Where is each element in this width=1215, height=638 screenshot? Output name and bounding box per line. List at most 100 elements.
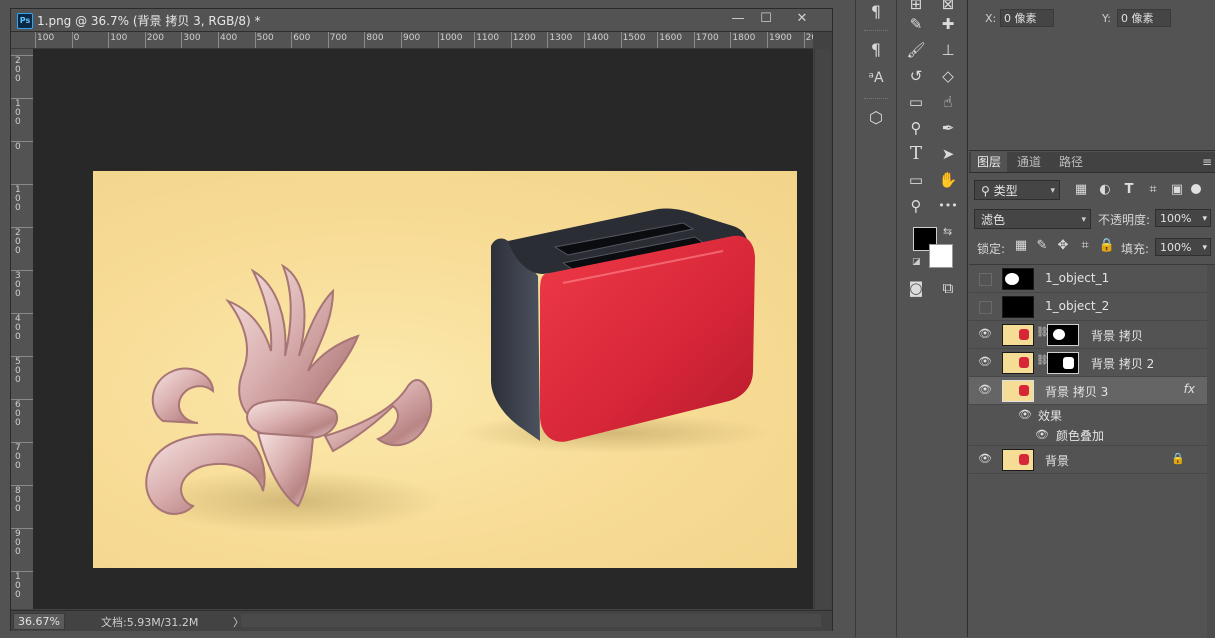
eye-icon[interactable]: 👁 bbox=[978, 384, 992, 396]
healing-brush-icon[interactable]: ✚ bbox=[935, 12, 961, 36]
shape-filter-icon[interactable]: ⌗ bbox=[1143, 180, 1163, 200]
eye-icon[interactable]: 👁 bbox=[1018, 409, 1032, 421]
tab-layers[interactable]: 图层 bbox=[971, 152, 1008, 172]
pixel-filter-icon[interactable]: ▦ bbox=[1071, 180, 1091, 200]
hand-icon[interactable]: ✋ bbox=[935, 168, 961, 192]
maximize-button[interactable]: ☐ bbox=[753, 10, 779, 28]
lock-pixels-icon[interactable]: ✎ bbox=[1033, 237, 1051, 255]
link-icon[interactable]: ⛓ bbox=[1036, 355, 1049, 366]
ruler-label: 6 0 0 bbox=[15, 400, 21, 428]
default-colors-icon[interactable]: ◪ bbox=[912, 257, 921, 267]
ruler-label: 1900 bbox=[769, 33, 792, 43]
ruler-label: 1600 bbox=[659, 33, 683, 43]
layer-row[interactable]: 1_object_2 bbox=[969, 293, 1207, 321]
layer-thumbnail bbox=[1002, 352, 1034, 374]
lock-position-icon[interactable]: ✥ bbox=[1054, 237, 1072, 255]
eraser-icon[interactable]: ◇ bbox=[935, 64, 961, 88]
layer-row[interactable]: 👁 ⛓ 背景 拷贝 2 bbox=[969, 349, 1207, 377]
visibility-toggle[interactable] bbox=[979, 301, 992, 314]
chevron-down-icon: ▾ bbox=[1202, 214, 1207, 224]
paragraph-style-icon[interactable]: ¶ bbox=[864, 38, 888, 62]
eyedropper-icon[interactable]: ✎ bbox=[903, 12, 929, 36]
layers-scrollbar[interactable] bbox=[1207, 265, 1215, 638]
brush-icon[interactable]: 🖌 bbox=[903, 38, 929, 62]
visibility-toggle[interactable] bbox=[979, 273, 992, 286]
ruler-label: 7 0 0 bbox=[15, 443, 21, 471]
more-icon[interactable]: ••• bbox=[935, 194, 961, 218]
adjustment-filter-icon[interactable]: ◐ bbox=[1095, 180, 1115, 200]
quick-mask-icon[interactable]: ◙ bbox=[903, 276, 929, 300]
layer-row[interactable]: 👁 背景 🔒 bbox=[969, 445, 1207, 474]
toaster bbox=[491, 208, 755, 442]
zoom-level-field[interactable]: 36.67% bbox=[13, 613, 65, 630]
tab-channels[interactable]: 通道 bbox=[1011, 152, 1047, 172]
document-size[interactable]: 文档:5.93M/31.2M bbox=[101, 614, 198, 630]
tab-paths[interactable]: 路径 bbox=[1053, 152, 1089, 172]
ruler-tick bbox=[547, 32, 549, 48]
layer-mask-thumbnail[interactable] bbox=[1047, 324, 1079, 346]
horizontal-ruler[interactable]: 100 0 100 200 300 400 500 600 700 800 900 1000 1100 1… bbox=[33, 32, 813, 49]
dodge-icon[interactable]: ⚲ bbox=[903, 116, 929, 140]
effects-row[interactable]: 👁 效果 bbox=[969, 405, 1207, 425]
3d-icon[interactable]: ⬡ bbox=[864, 106, 888, 130]
history-brush-icon[interactable]: ↺ bbox=[903, 64, 929, 88]
layer-row[interactable]: 👁 ⛓ 背景 拷贝 bbox=[969, 321, 1207, 349]
shape-icon[interactable]: ▭ bbox=[903, 168, 929, 192]
blur-icon[interactable]: ☝ bbox=[935, 90, 961, 114]
ruler-tick bbox=[730, 32, 732, 48]
vertical-ruler[interactable]: 2 0 0 1 0 0 0 1 0 0 2 0 0 3 0 0 4 0 0 5 0 0 6 0 … bbox=[11, 49, 34, 609]
layer-mask-thumbnail[interactable] bbox=[1047, 352, 1079, 374]
filter-kind-select[interactable]: ⚲ 类型 ▾ bbox=[974, 180, 1060, 200]
opacity-field[interactable]: 100% ▾ bbox=[1155, 209, 1211, 227]
ruler-tick bbox=[437, 32, 439, 48]
zoom-icon[interactable]: ⚲ bbox=[903, 194, 929, 218]
layer-thumbnail bbox=[1002, 296, 1034, 318]
ruler-tick bbox=[510, 32, 512, 48]
filter-toggle-icon[interactable] bbox=[1191, 184, 1201, 194]
type-filter-icon[interactable]: T bbox=[1119, 180, 1139, 200]
lock-artboard-icon[interactable]: ⌗ bbox=[1076, 237, 1094, 255]
panel-menu-icon[interactable]: ≡ bbox=[1199, 152, 1215, 172]
ruler-label: 200 bbox=[146, 33, 164, 43]
fill-label: 填充: bbox=[1121, 242, 1150, 256]
image-canvas[interactable] bbox=[93, 171, 797, 568]
paragraph-icon[interactable]: ¶ bbox=[864, 0, 888, 24]
eye-icon[interactable]: 👁 bbox=[1035, 429, 1049, 441]
swap-colors-icon[interactable]: ⇆ bbox=[943, 225, 952, 238]
ruler-tick bbox=[657, 32, 659, 48]
background-color-swatch[interactable] bbox=[929, 244, 953, 268]
gradient-icon[interactable]: ▭ bbox=[903, 90, 929, 114]
horizontal-scrollbar[interactable] bbox=[241, 614, 821, 627]
minimize-button[interactable]: — bbox=[725, 10, 751, 28]
smart-object-filter-icon[interactable]: ▣ bbox=[1167, 180, 1187, 200]
y-field[interactable]: 0 像素 bbox=[1117, 9, 1171, 27]
path-select-icon[interactable]: ➤ bbox=[935, 142, 961, 166]
ruler-label: 1 0 0 bbox=[15, 99, 21, 127]
document-title-bar[interactable]: Ps 1.png @ 36.7% (背景 拷贝 3, RGB/8) * — ☐ … bbox=[11, 9, 832, 32]
fill-field[interactable]: 100% ▾ bbox=[1155, 238, 1211, 256]
eye-icon[interactable]: 👁 bbox=[978, 356, 992, 368]
lock-all-icon[interactable]: 🔒 bbox=[1098, 237, 1116, 255]
eye-icon[interactable]: 👁 bbox=[978, 453, 992, 465]
character-style-icon[interactable]: ᵃA bbox=[864, 66, 888, 90]
lock-transparent-icon[interactable]: ▦ bbox=[1012, 237, 1030, 255]
ruler-tick bbox=[291, 32, 293, 48]
layer-row[interactable]: 👁 背景 拷贝 3 fx ▴ bbox=[969, 377, 1213, 405]
ruler-label: 300 bbox=[183, 33, 201, 43]
ruler-origin[interactable] bbox=[11, 32, 34, 49]
screen-mode-icon[interactable]: ⧉ bbox=[935, 276, 961, 300]
type-icon[interactable]: T bbox=[903, 142, 929, 166]
ruler-label: 600 bbox=[293, 33, 311, 43]
layer-row[interactable]: 1_object_1 bbox=[969, 265, 1207, 293]
clone-stamp-icon[interactable]: ⊥ bbox=[935, 38, 961, 62]
layer-effects-icon[interactable]: fx bbox=[1184, 382, 1195, 396]
pen-icon[interactable]: ✒ bbox=[935, 116, 961, 140]
link-icon[interactable]: ⛓ bbox=[1036, 327, 1049, 338]
canvas-area[interactable] bbox=[33, 49, 813, 609]
vertical-scrollbar[interactable] bbox=[814, 49, 831, 609]
x-field[interactable]: 0 像素 bbox=[1000, 9, 1054, 27]
eye-icon[interactable]: 👁 bbox=[978, 328, 992, 340]
blend-mode-select[interactable]: 滤色 ▾ bbox=[974, 209, 1091, 229]
color-overlay-row[interactable]: 👁 颜色叠加 bbox=[969, 425, 1207, 445]
close-button[interactable]: ✕ bbox=[789, 10, 815, 28]
